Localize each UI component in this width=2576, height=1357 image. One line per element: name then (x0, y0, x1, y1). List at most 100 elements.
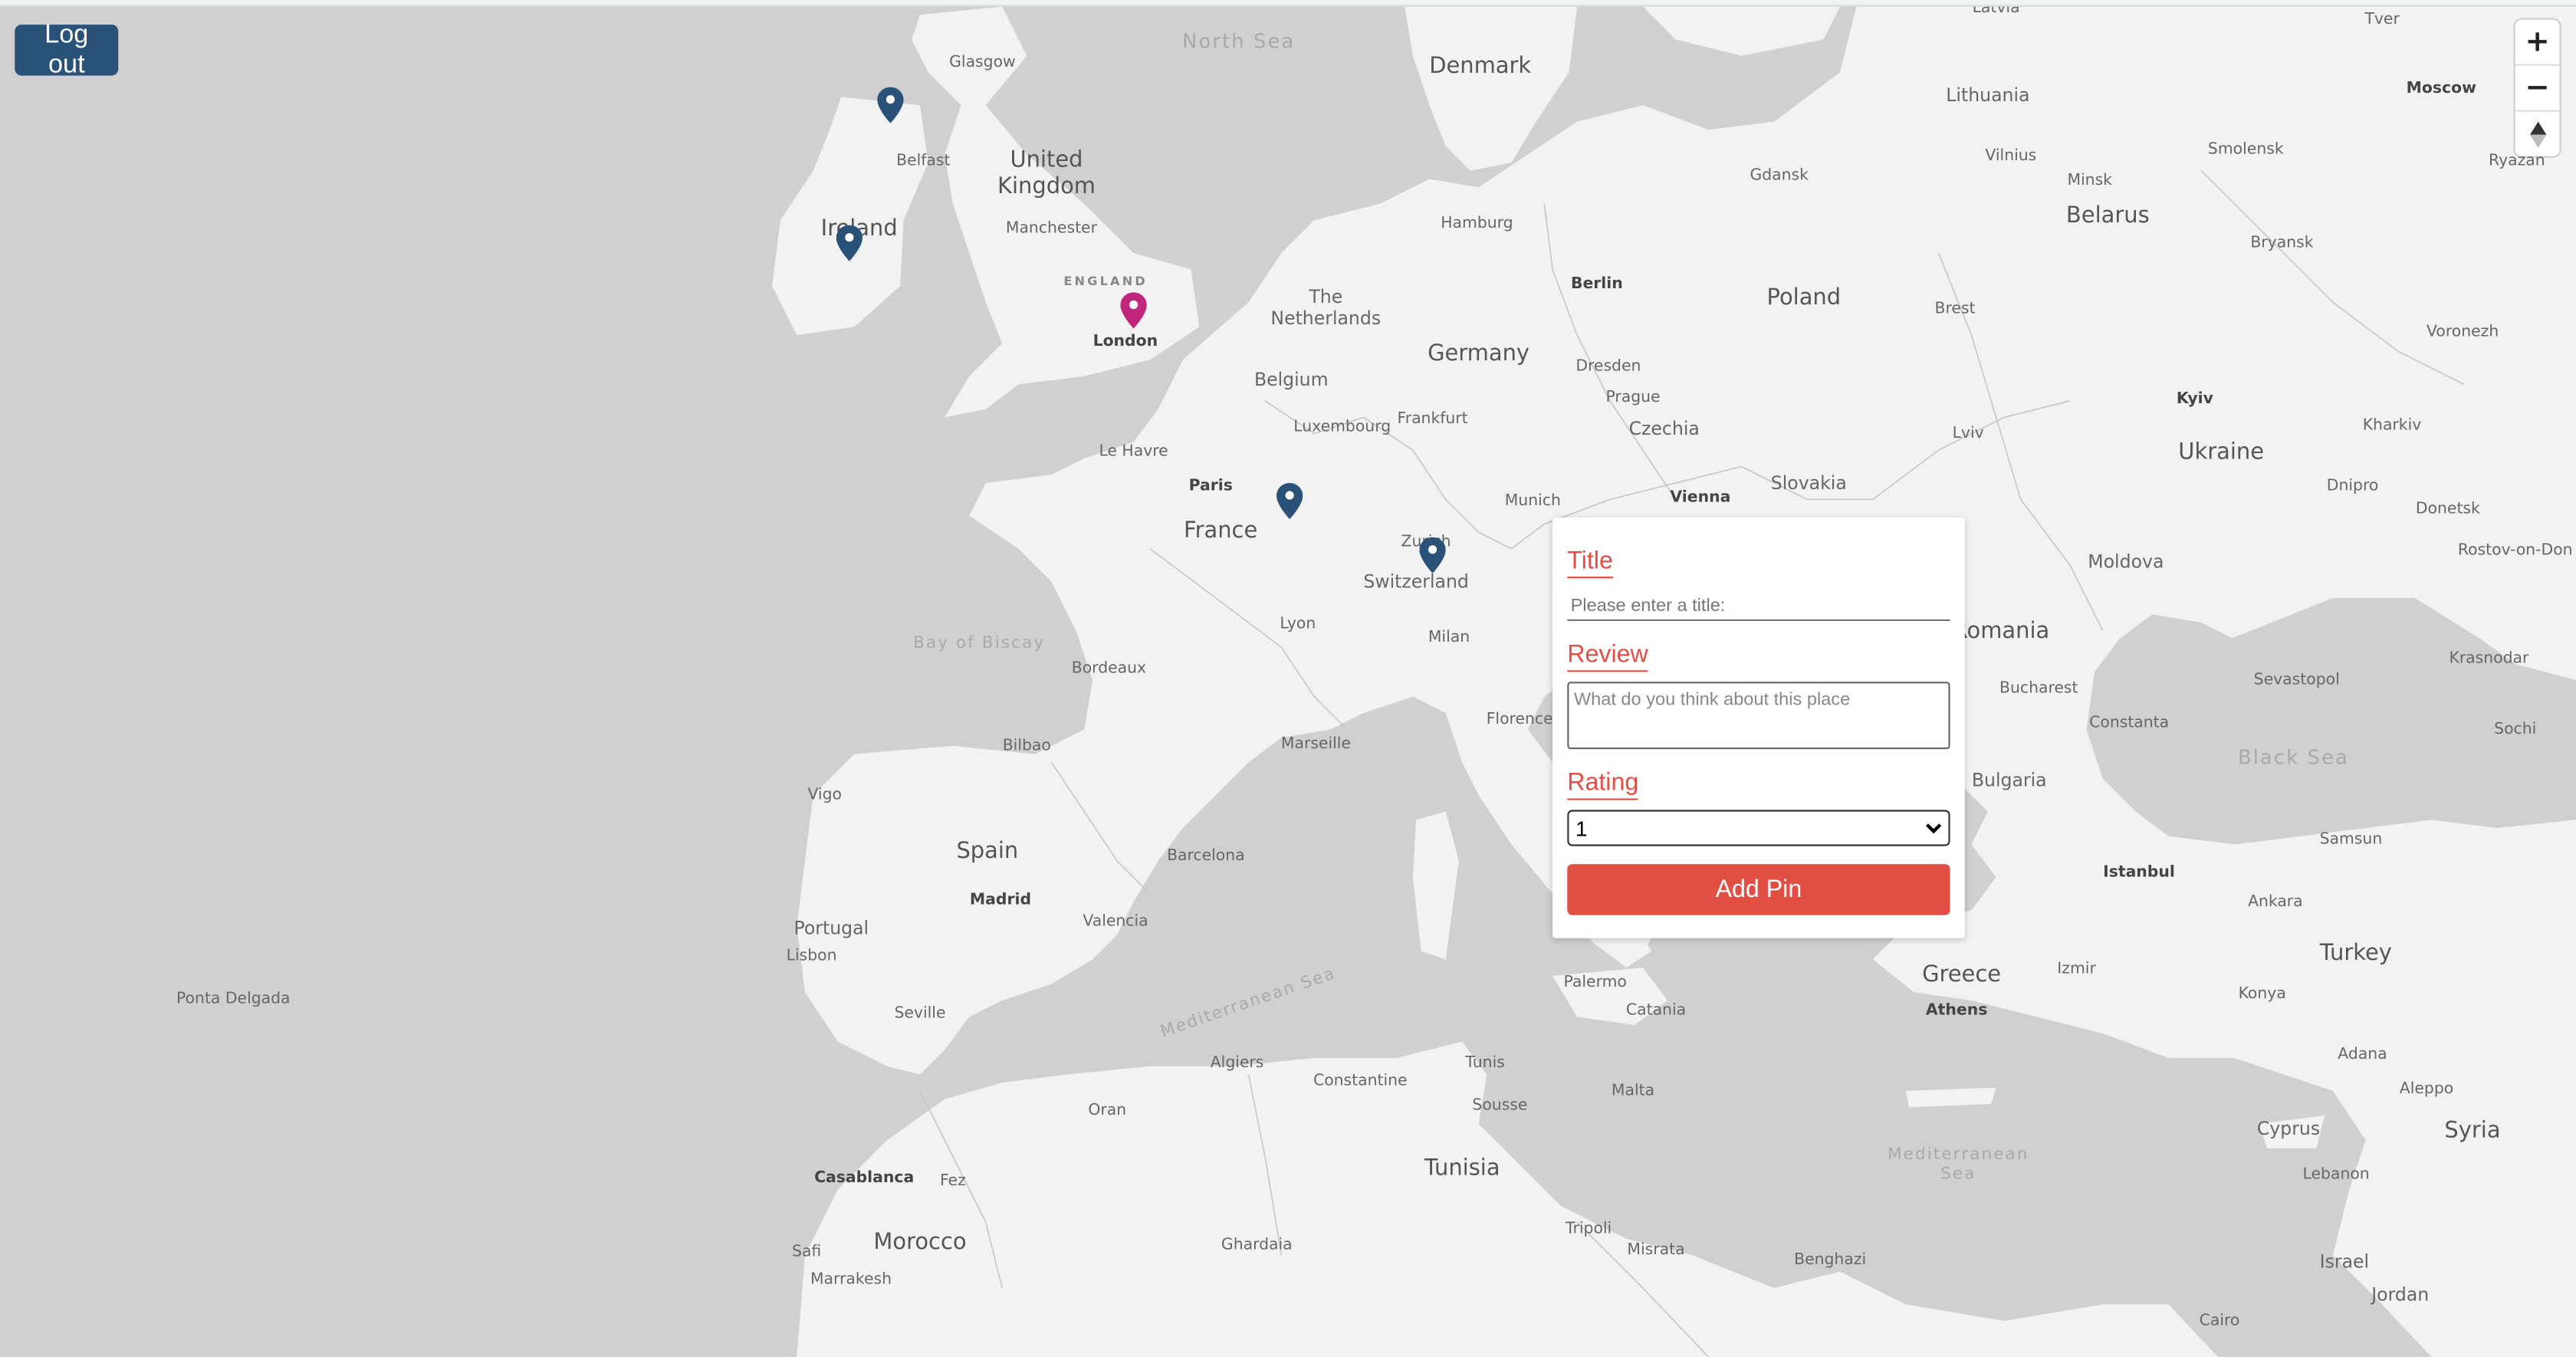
reset-bearing-button[interactable] (2515, 110, 2560, 156)
map-pin-icon-selected[interactable] (1120, 292, 1147, 329)
map-label-kharkiv: Kharkiv (2362, 416, 2422, 435)
map-label-madrid: Madrid (969, 891, 1032, 910)
map-label-france: France (1184, 518, 1258, 544)
map-label-jordan: Jordan (2371, 1284, 2430, 1306)
map-label-lebanon: Lebanon (2302, 1165, 2370, 1184)
map-label-tripoli: Tripoli (1566, 1220, 1612, 1238)
map-label-bucharest: Bucharest (1999, 679, 2078, 698)
map-label-izmir: Izmir (2057, 960, 2096, 979)
map-pin-icon[interactable] (1276, 483, 1303, 520)
map-label-rostov: Rostov-on-Don (2457, 541, 2573, 560)
map-label-ryazan: Ryazan (2489, 152, 2545, 170)
map-label-munich: Munich (1504, 491, 1561, 511)
map-label-athens: Athens (1925, 1001, 1988, 1020)
map-label-dresden: Dresden (1576, 357, 1641, 376)
map-label-bulgaria: Bulgaria (1971, 770, 2047, 792)
map-label-belarus: Belarus (2065, 202, 2150, 229)
map-label-black-sea: Black Sea (2237, 746, 2349, 770)
map-label-manchester: Manchester (1005, 219, 1097, 238)
map-label-malta: Malta (1611, 1082, 1655, 1100)
rating-select[interactable]: 1 (1567, 810, 1950, 846)
map-label-sousse: Sousse (1472, 1096, 1528, 1116)
map-label-seville: Seville (894, 1004, 946, 1024)
map-pin-icon[interactable] (836, 225, 863, 261)
review-textarea[interactable] (1567, 682, 1950, 750)
map-label-lviv: Lviv (1952, 425, 1984, 443)
map-label-prague: Prague (1605, 388, 1661, 407)
map-label-paris: Paris (1188, 477, 1233, 496)
map-label-gdansk: Gdansk (1750, 166, 1809, 186)
add-pin-button[interactable]: Add Pin (1567, 864, 1950, 915)
map-label-cairo: Cairo (2199, 1312, 2240, 1330)
map-label-sevastopol: Sevastopol (2253, 671, 2340, 690)
map-label-palermo: Palermo (1563, 973, 1627, 992)
map-label-donetsk: Donetsk (2415, 500, 2480, 519)
map-label-lisbon: Lisbon (786, 947, 837, 966)
map-label-sochi: Sochi (2494, 720, 2537, 739)
map-label-le-havre: Le Havre (1099, 442, 1168, 462)
zoom-out-button[interactable]: − (2515, 64, 2560, 110)
map-label-misrata: Misrata (1627, 1241, 1685, 1260)
map-label-bryansk: Bryansk (2250, 234, 2314, 253)
title-input[interactable] (1567, 591, 1950, 621)
map-pin-icon[interactable] (1419, 537, 1446, 573)
map-label-portugal: Portugal (794, 918, 869, 940)
rating-label: Rating (1567, 770, 1639, 800)
map-label-bay-of-biscay: Bay of Biscay (913, 634, 1046, 653)
map-label-israel: Israel (2319, 1251, 2370, 1273)
map-label-glasgow: Glasgow (949, 53, 1016, 72)
compass-icon (2528, 120, 2546, 147)
map-label-algiers: Algiers (1210, 1053, 1264, 1073)
map-label-united-kingdom: United Kingdom (997, 146, 1096, 199)
map-label-turkey: Turkey (2319, 940, 2392, 967)
map-label-lyon: Lyon (1280, 615, 1316, 634)
map-label-krasnodar: Krasnodar (2449, 649, 2529, 669)
map-label-voronezh: Voronezh (2426, 323, 2499, 341)
map-label-england: ENGLAND (1063, 274, 1148, 289)
map-label-smolensk: Smolensk (2207, 140, 2284, 159)
map-label-barcelona: Barcelona (1167, 846, 1245, 866)
map-label-benghazi: Benghazi (1794, 1250, 1867, 1270)
map-label-switzerland: Switzerland (1363, 571, 1469, 593)
zoom-in-button[interactable]: + (2515, 20, 2560, 64)
map-label-tunisia: Tunisia (1424, 1155, 1500, 1182)
map-label-casablanca: Casablanca (814, 1168, 915, 1188)
map-label-latvia: Latvia (1972, 5, 2020, 18)
map-label-cyprus: Cyprus (2256, 1118, 2321, 1140)
logout-button[interactable]: Log out (15, 21, 119, 78)
map-label-belgium: Belgium (1254, 369, 1329, 391)
map-label-london: London (1092, 333, 1158, 351)
map-label-aleppo: Aleppo (2399, 1080, 2454, 1099)
map-label-marrakesh: Marrakesh (810, 1270, 892, 1290)
map-label-luxembourg: Luxembourg (1293, 418, 1392, 437)
chevron-down-icon (1926, 823, 1942, 833)
map-label-valencia: Valencia (1083, 912, 1148, 932)
new-pin-popup: Title Review Rating 1 Add Pin (1552, 518, 1965, 938)
map-label-romania: Romania (1952, 618, 2050, 645)
map[interactable]: North Sea Denmark Latvia Lithuania Tver … (0, 5, 2576, 1357)
map-label-fez: Fez (939, 1172, 966, 1191)
map-label-vienna: Vienna (1670, 488, 1731, 508)
map-label-syria: Syria (2444, 1117, 2501, 1144)
map-label-denmark: Denmark (1429, 53, 1532, 80)
map-label-moscow: Moscow (2406, 80, 2476, 98)
map-label-tunis: Tunis (1465, 1053, 1505, 1073)
map-label-poland: Poland (1766, 284, 1842, 311)
map-label-adana: Adana (2338, 1046, 2387, 1064)
map-pin-icon[interactable] (877, 87, 904, 123)
map-label-morocco: Morocco (873, 1229, 967, 1256)
map-label-milan: Milan (1428, 628, 1470, 647)
map-label-dnipro: Dnipro (2326, 477, 2379, 496)
map-label-czechia: Czechia (1628, 418, 1700, 440)
map-label-ghardaia: Ghardaia (1221, 1236, 1293, 1255)
map-label-constantine: Constantine (1313, 1072, 1408, 1090)
map-label-spain: Spain (956, 838, 1019, 865)
map-label-berlin: Berlin (1570, 275, 1623, 294)
map-label-bilbao: Bilbao (1002, 737, 1051, 755)
map-label-germany: Germany (1428, 340, 1530, 367)
review-label: Review (1567, 642, 1648, 672)
map-label-constanta: Constanta (2089, 714, 2170, 732)
map-label-florence: Florence (1486, 710, 1553, 729)
map-label-lithuania: Lithuania (1946, 84, 2030, 107)
map-label-greece: Greece (1922, 961, 2002, 988)
